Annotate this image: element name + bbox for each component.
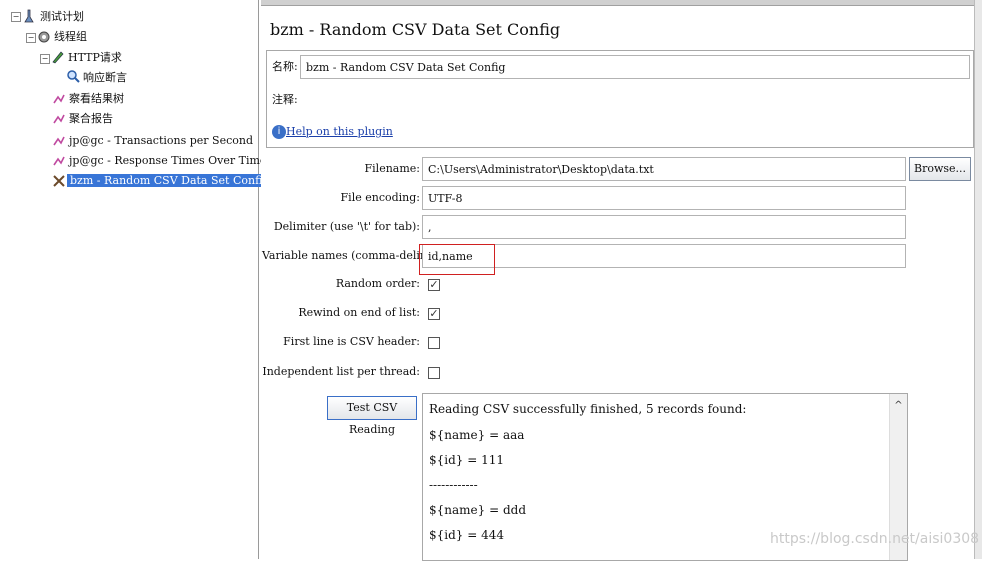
output-line: ${id} = 111	[429, 453, 505, 467]
output-line: ------------	[429, 478, 478, 492]
panel-scrollbar[interactable]	[974, 0, 982, 559]
tree-item-csv-config[interactable]: bzm - Random CSV Data Set Config	[67, 172, 273, 190]
tree-item-response-assertion[interactable]: 响应断言	[83, 69, 127, 87]
help-link[interactable]: Help on this plugin	[286, 125, 393, 138]
tree-item-view-results-tree[interactable]: 察看结果树	[69, 90, 124, 108]
filename-label: Filename:	[364, 162, 420, 175]
independent-list-checkbox[interactable]	[428, 367, 440, 379]
independent-list-label: Independent list per thread:	[262, 365, 420, 378]
listener-icon	[53, 156, 65, 166]
scroll-up-icon[interactable]: ^	[890, 400, 907, 411]
gear-icon	[38, 31, 50, 43]
name-field[interactable]: bzm - Random CSV Data Set Config	[300, 55, 970, 79]
pencil-icon	[52, 51, 64, 64]
info-icon: i	[272, 125, 286, 139]
config-element-icon	[53, 175, 65, 187]
tree-item-http-request[interactable]: HTTP请求	[68, 49, 122, 67]
name-label: 名称:	[272, 60, 298, 73]
tree-item-tps[interactable]: jp@gc - Transactions per Second	[69, 132, 253, 150]
tree-item-response-times[interactable]: jp@gc - Response Times Over Time	[69, 152, 266, 170]
page-title: bzm - Random CSV Data Set Config	[270, 20, 561, 39]
panel-top-border	[261, 0, 982, 6]
collapse-toggle[interactable]: −	[11, 12, 21, 22]
test-csv-button[interactable]: Test CSV Reading	[327, 396, 417, 436]
first-line-header-checkbox[interactable]	[428, 337, 440, 349]
listener-icon	[53, 94, 65, 104]
first-line-header-label: First line is CSV header:	[283, 335, 420, 348]
tree-panel: − 测试计划 − 线程组 − HTTP请求 响应断言 察看结果树 聚合报告 jp…	[0, 0, 273, 559]
collapse-toggle[interactable]: −	[40, 54, 50, 64]
comment-label: 注释:	[272, 93, 298, 106]
rewind-checkbox[interactable]: ✓	[428, 308, 440, 320]
collapse-toggle[interactable]: −	[26, 33, 36, 43]
filename-input[interactable]: C:\Users\Administrator\Desktop\data.txt	[422, 157, 906, 181]
listener-icon	[53, 136, 65, 146]
tree-item-aggregate-report[interactable]: 聚合报告	[69, 110, 113, 128]
magnifier-icon	[67, 70, 80, 83]
output-line: ${id} = 444	[429, 528, 505, 542]
watermark: https://blog.csdn.net/aisi0308	[770, 531, 980, 547]
highlight-box	[419, 244, 495, 275]
random-order-label: Random order:	[335, 277, 420, 290]
listener-icon	[53, 114, 65, 124]
output-line: ${name} = ddd	[429, 503, 526, 517]
delimiter-input[interactable]: ,	[422, 215, 906, 239]
encoding-input[interactable]: UTF-8	[422, 186, 906, 210]
delimiter-label: Delimiter (use '\t' for tab):	[273, 220, 420, 233]
variable-names-label: Variable names (comma-delimited):	[262, 249, 460, 262]
tree-item-test-plan[interactable]: 测试计划	[40, 8, 84, 26]
encoding-label: File encoding:	[340, 191, 420, 204]
output-line: Reading CSV successfully finished, 5 rec…	[429, 402, 747, 416]
output-line: ${name} = aaa	[429, 428, 525, 442]
browse-button[interactable]: Browse...	[909, 157, 971, 181]
tree-item-thread-group[interactable]: 线程组	[54, 28, 87, 46]
test-plan-icon	[24, 9, 34, 23]
rewind-label: Rewind on end of list:	[298, 306, 420, 319]
random-order-checkbox[interactable]: ✓	[428, 279, 440, 291]
